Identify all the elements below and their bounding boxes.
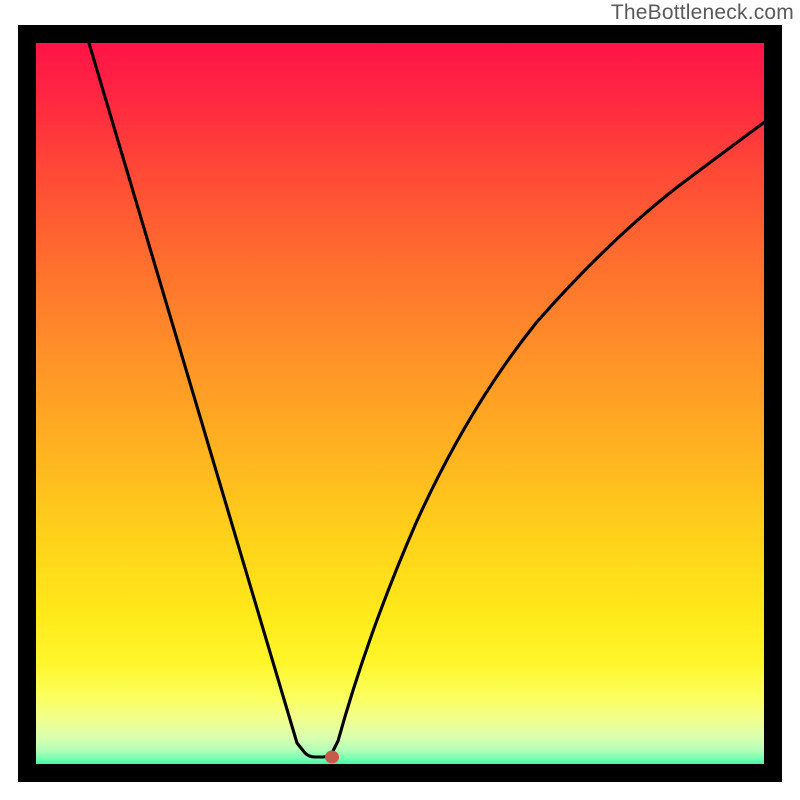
- attribution-label: TheBottleneck.com: [611, 1, 794, 25]
- plot-frame: [18, 25, 782, 782]
- chart-container: TheBottleneck.com: [0, 0, 800, 800]
- bottleneck-curve: [36, 43, 764, 764]
- optimum-marker: [325, 751, 339, 764]
- plot-inner: [36, 43, 764, 764]
